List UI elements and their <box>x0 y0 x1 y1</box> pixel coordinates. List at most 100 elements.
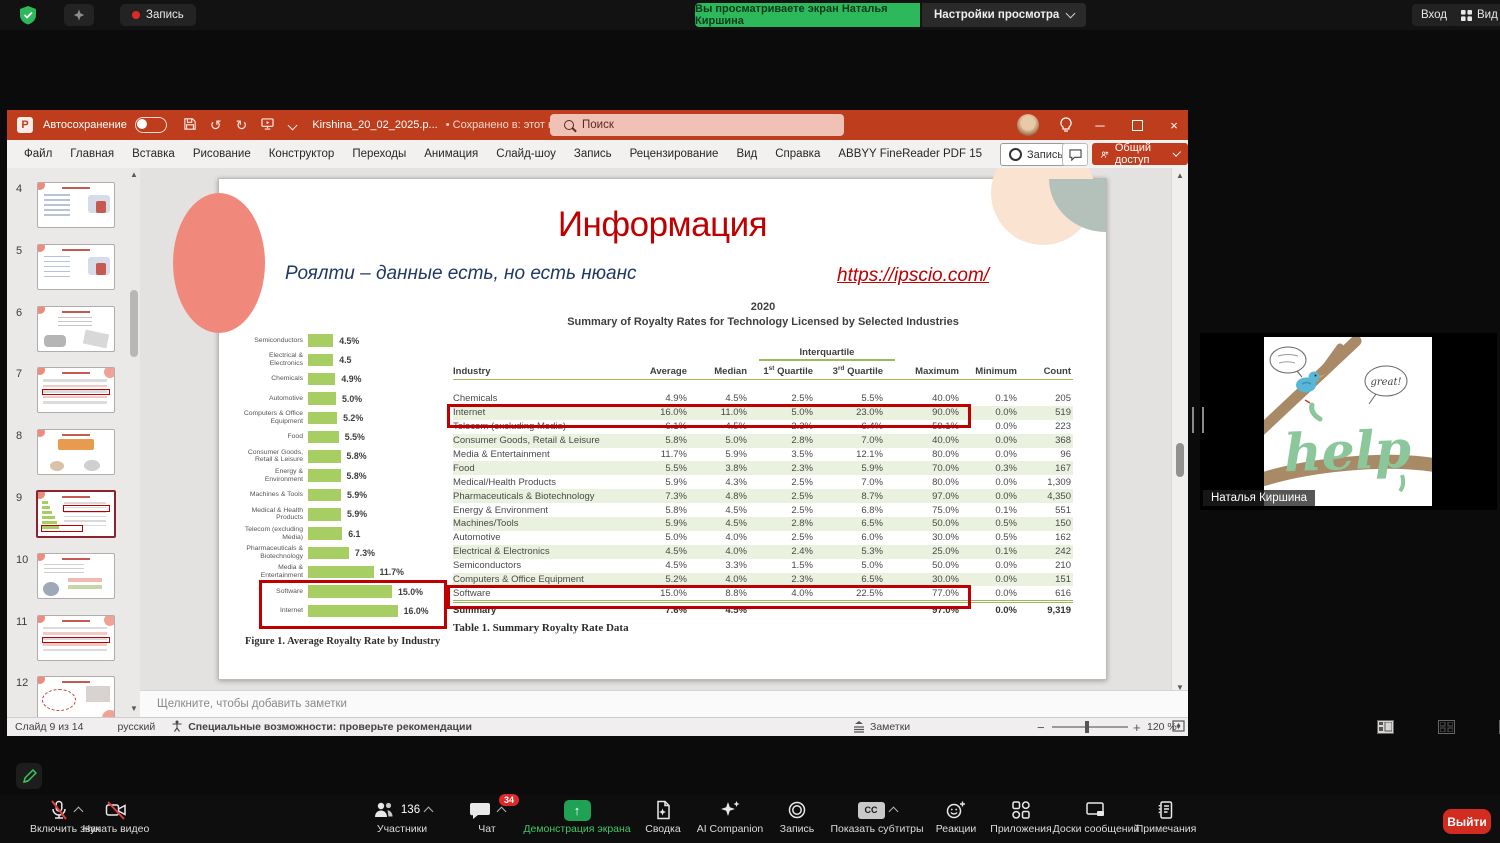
webcam-tile[interactable]: great! help Наталья Киршина <box>1200 333 1497 510</box>
industry-cell: Media & Entertainment <box>453 449 633 460</box>
value-cell: 77.0% <box>895 588 971 599</box>
slide-thumbnail-7[interactable] <box>37 367 115 413</box>
slide-thumbnail-9-selected[interactable] <box>36 490 116 538</box>
slide-thumbnail-10[interactable] <box>37 553 115 599</box>
table-column-header: Industry <box>453 366 633 377</box>
ribbon-tab-7[interactable]: Анимация <box>415 148 487 160</box>
table-header: IndustryAverageMedian1st Quartile3rd Qua… <box>453 365 1073 380</box>
value-cell: 30.0% <box>895 532 971 543</box>
accessibility-status[interactable]: Специальные возможности: проверьте реком… <box>188 721 472 733</box>
signal-quality-icon[interactable] <box>64 4 94 26</box>
close-button[interactable]: × <box>1156 110 1192 140</box>
slide-thumbnail-6[interactable] <box>37 306 115 352</box>
fit-to-window-icon[interactable] <box>1172 720 1185 735</box>
value-cell: 0.0% <box>971 588 1029 599</box>
ribbon-tab-10[interactable]: Рецензирование <box>621 148 728 160</box>
thumbs-scrollbar[interactable] <box>130 290 138 357</box>
interquartile-header: Interquartile <box>759 347 895 361</box>
comments-icon[interactable] <box>1062 143 1088 166</box>
chart-bar <box>308 373 335 386</box>
slideshow-icon[interactable] <box>261 118 274 132</box>
chart-value-label: 5.5% <box>345 432 365 442</box>
value-cell: 6.5% <box>825 574 895 585</box>
redo-icon[interactable]: ↻ <box>236 118 248 132</box>
notes-area[interactable]: Щелкните, чтобы добавить заметки <box>140 690 1188 717</box>
user-avatar[interactable] <box>1017 114 1039 136</box>
toolbar-notes-button[interactable]: Примечания <box>1081 798 1251 835</box>
value-cell: 519 <box>1029 407 1073 418</box>
share-access-button[interactable]: Общий доступ <box>1092 143 1188 165</box>
zoom-top-bar: Запись Вы просматриваете экран Наталья К… <box>0 0 1500 30</box>
ribbon-tab-9[interactable]: Запись <box>565 148 621 160</box>
normal-view-button[interactable] <box>1377 720 1394 734</box>
thumbnail-number-12: 12 <box>16 677 28 689</box>
scrollbar-thumb[interactable] <box>1176 443 1184 477</box>
value-cell: 4.5% <box>633 560 699 571</box>
slide-thumbnail-12[interactable] <box>37 676 115 717</box>
slide-thumbnail-11[interactable] <box>37 615 115 661</box>
notes-icon <box>852 721 866 733</box>
table-row-energy-environment: Energy & Environment5.8%4.5%2.5%6.8%75.0… <box>453 503 1073 517</box>
value-cell: 7.6% <box>633 605 699 616</box>
value-cell: 616 <box>1029 588 1073 599</box>
ribbon-tab-2[interactable]: Главная <box>61 148 123 160</box>
royalty-table: Chemicals4.9%4.5%2.5%5.5%40.0%0.1%205Int… <box>453 392 1073 617</box>
scroll-up-icon[interactable]: ▲ <box>1172 171 1188 181</box>
ribbon-tab-6[interactable]: Переходы <box>343 148 415 160</box>
slide-thumbnail-4[interactable] <box>37 182 115 228</box>
language-indicator[interactable]: русский <box>118 721 156 733</box>
login-button[interactable]: Вход <box>1412 4 1456 26</box>
thumbs-scroll-up[interactable]: ▲ <box>126 170 140 180</box>
ribbon-tab-4[interactable]: Рисование <box>184 148 260 160</box>
minimize-button[interactable]: ─ <box>1082 110 1118 140</box>
chart-value-label: 5.8% <box>347 451 367 461</box>
search-box[interactable]: Поиск <box>550 114 844 136</box>
ppt-filename[interactable]: Kirshina_20_02_2025.p... <box>312 119 437 131</box>
slide-link[interactable]: https://ipscio.com/ <box>837 265 989 287</box>
zoom-slider-handle[interactable] <box>1085 721 1089 733</box>
zoom-out-button[interactable]: − <box>1037 720 1045 735</box>
notes-toggle[interactable]: Заметки <box>852 721 910 733</box>
quick-access-chevron-icon[interactable] <box>288 120 298 130</box>
undo-icon[interactable]: ↺ <box>210 118 222 132</box>
zoom-in-button[interactable]: + <box>1133 720 1141 735</box>
lightbulb-icon[interactable] <box>1059 117 1073 136</box>
slide-counter[interactable]: Слайд 9 из 14 <box>15 721 84 733</box>
save-icon[interactable] <box>184 118 196 132</box>
ribbon-tab-5[interactable]: Конструктор <box>260 148 344 160</box>
ribbon-tab-11[interactable]: Вид <box>727 148 766 160</box>
webcam-drag-handle[interactable] <box>1192 407 1204 433</box>
ribbon-tab-3[interactable]: Вставка <box>123 148 184 160</box>
ribbon-tab-12[interactable]: Справка <box>766 148 829 160</box>
view-settings-button[interactable]: Настройки просмотра <box>922 3 1086 27</box>
security-shield-icon[interactable] <box>18 5 38 25</box>
annotate-pencil-button[interactable] <box>16 763 42 789</box>
view-button[interactable]: Вид <box>1452 4 1500 26</box>
ribbon-tab-13[interactable]: ABBYY FineReader PDF 15 <box>829 148 991 160</box>
slide-subtitle[interactable]: Роялти – данные есть, но есть нюанс <box>285 263 637 285</box>
slide-thumbnail-8[interactable] <box>37 429 115 475</box>
ribbon-tab-8[interactable]: Слайд-шоу <box>487 148 565 160</box>
chart-value-label: 5.9% <box>347 509 367 519</box>
value-cell: 75.0% <box>895 505 971 516</box>
slide-thumbnail-5[interactable] <box>37 244 115 290</box>
toolbar-video-button[interactable]: Начать видео <box>31 798 201 835</box>
value-cell: 2.3% <box>759 574 825 585</box>
slide-canvas[interactable]: Информация Роялти – данные есть, но есть… <box>218 178 1107 680</box>
value-cell: 1,309 <box>1029 477 1073 488</box>
slide-sorter-button[interactable] <box>1438 720 1455 734</box>
restore-button[interactable] <box>1119 110 1155 140</box>
value-cell: 5.9% <box>633 518 699 529</box>
leave-meeting-button[interactable]: Выйти <box>1443 809 1491 834</box>
value-cell: 4.5% <box>633 546 699 557</box>
recording-indicator[interactable]: Запись <box>120 4 196 26</box>
zoom-slider[interactable] <box>1052 726 1128 728</box>
value-cell: 50.0% <box>895 560 971 571</box>
ribbon-tab-1[interactable]: Файл <box>15 148 61 160</box>
value-cell: 4.5% <box>699 393 759 404</box>
slide-scrollbar[interactable]: ▲ ▼ ▲▲ ▼▼ <box>1171 168 1188 717</box>
thumbs-scroll-down[interactable]: ▼ <box>126 704 140 714</box>
slide-title[interactable]: Информация <box>219 205 1106 245</box>
autosave-toggle[interactable] <box>135 117 167 133</box>
chart-bar <box>308 334 333 347</box>
